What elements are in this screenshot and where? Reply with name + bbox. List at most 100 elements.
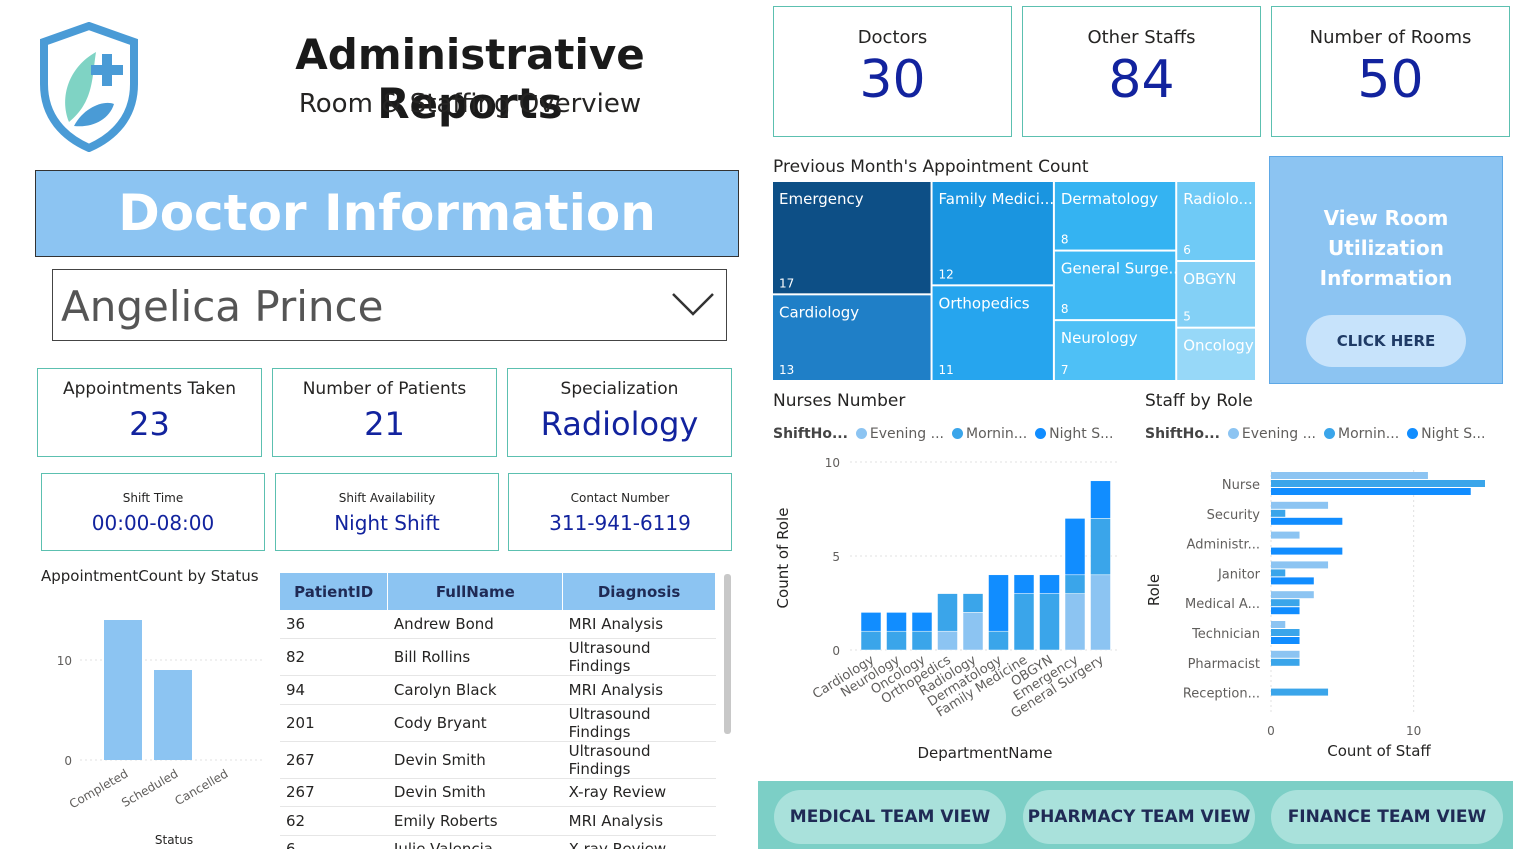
treemap-value: 13	[779, 363, 794, 377]
legend-item-morning[interactable]: Mornin...	[1338, 426, 1399, 442]
bar-segment	[937, 630, 958, 651]
table-row[interactable]: 267 Devin Smith Ultrasound Findings	[280, 741, 716, 779]
kpi-value: 84	[1108, 50, 1175, 110]
medical-team-view-button[interactable]: MEDICAL TEAM VIEW	[774, 790, 1006, 844]
room-util-line: Information	[1319, 266, 1453, 290]
appointments-taken-card: Appointments Taken 23	[37, 368, 262, 457]
x-axis-title: Status	[155, 833, 193, 847]
room-utilization-panel: View Room Utilization Information CLICK …	[1269, 156, 1503, 384]
kpi-label: Number of Rooms	[1309, 27, 1472, 48]
treemap-label: Radiolo...	[1183, 190, 1253, 208]
treemap-label: Oncology	[1183, 337, 1254, 355]
legend-item-night[interactable]: Night S...	[1421, 426, 1485, 442]
diagnosis-cell: Ultrasound Findings	[562, 704, 716, 742]
x-tick-label: Completed	[67, 766, 131, 811]
table-row[interactable]: 36 Andrew Bond MRI Analysis	[280, 610, 716, 639]
bar-segment	[988, 630, 1009, 651]
bar-segment	[860, 630, 882, 651]
table-row[interactable]: 82 Bill Rollins Ultrasound Findings	[280, 638, 716, 676]
bar-segment	[1271, 621, 1286, 628]
bar-completed	[104, 620, 142, 760]
table-row[interactable]: 267 Devin Smith X-ray Review	[280, 778, 716, 807]
finance-team-view-button[interactable]: FINANCE TEAM VIEW	[1271, 790, 1503, 844]
room-util-line: Utilization	[1328, 236, 1444, 260]
legend-title: ShiftHo...	[773, 426, 848, 442]
full-name-cell: Devin Smith	[387, 741, 563, 779]
treemap-value: 6	[1183, 243, 1191, 257]
kpi-rooms-card: Number of Rooms 50	[1271, 6, 1510, 137]
table-header-row: PatientID FullName Diagnosis	[280, 573, 716, 610]
pharmacy-team-view-button[interactable]: PHARMACY TEAM VIEW	[1023, 790, 1255, 844]
card-label: Shift Availability	[338, 491, 436, 505]
card-label: Shift Time	[122, 491, 184, 505]
full-name-cell: Cody Bryant	[387, 704, 563, 742]
card-label: Contact Number	[570, 491, 670, 505]
bar-segment	[1064, 574, 1086, 594]
kpi-other-staffs-card: Other Staffs 84	[1022, 6, 1261, 137]
treemap-label: Dermatology	[1061, 190, 1158, 208]
column-header-diagnosis[interactable]: Diagnosis	[562, 573, 716, 610]
legend-item-evening[interactable]: Evening ...	[870, 426, 944, 442]
x-axis-title: DepartmentName	[917, 744, 1052, 762]
y-tick-label: Medical A...	[1185, 597, 1260, 612]
table-scrollbar[interactable]	[724, 574, 731, 734]
table-row[interactable]: 94 Carolyn Black MRI Analysis	[280, 675, 716, 705]
diagnosis-cell: X-ray Review	[562, 778, 716, 807]
doctor-information-banner: Doctor Information	[35, 170, 739, 257]
diagnosis-cell: Ultrasound Findings	[562, 638, 716, 676]
bar-segment	[1271, 561, 1329, 569]
column-header-fullname[interactable]: FullName	[387, 573, 564, 610]
treemap-label: Neurology	[1061, 329, 1138, 347]
x-tick-label: Scheduled	[119, 766, 180, 810]
card-value: 21	[364, 405, 405, 443]
diagnosis-cell: MRI Analysis	[562, 610, 716, 639]
patient-id-cell: 94	[280, 675, 388, 705]
bar-segment	[1271, 547, 1343, 555]
bar-segment	[886, 612, 907, 632]
bar-segment	[1271, 480, 1485, 487]
card-label: Appointments Taken	[63, 379, 236, 399]
diagnosis-cell: MRI Analysis	[562, 675, 716, 705]
chevron-down-icon[interactable]	[670, 290, 716, 318]
treemap-value: 7	[1061, 363, 1069, 377]
table-row[interactable]: 201 Cody Bryant Ultrasound Findings	[280, 704, 716, 742]
click-here-button[interactable]: CLICK HERE	[1306, 315, 1466, 367]
table-row[interactable]: 62 Emily Roberts MRI Analysis	[280, 806, 716, 836]
bar-segment	[1064, 593, 1086, 651]
legend-item-night[interactable]: Night S...	[1049, 426, 1113, 442]
treemap-title: Previous Month's Appointment Count	[773, 157, 1089, 177]
bar-segment	[937, 593, 958, 632]
treemap-label: Orthopedics	[939, 294, 1030, 312]
full-name-cell: Emily Roberts	[387, 806, 563, 836]
y-axis-title: Role	[1145, 574, 1163, 606]
y-tick-label: Reception...	[1183, 687, 1260, 702]
bar-segment	[1271, 577, 1314, 585]
bar-segment	[1271, 599, 1300, 607]
appointment-treemap: Emergency 17 Cardiology 13 Family Medici... 1…	[773, 182, 1255, 380]
legend-title: ShiftHo...	[1145, 426, 1220, 442]
patient-id-cell: 267	[280, 741, 388, 779]
card-value: 23	[129, 405, 170, 443]
bar-segment	[911, 630, 933, 651]
doctor-select-dropdown[interactable]: Angelica Prince	[52, 269, 727, 341]
shift-time-card: Shift Time 00:00-08:00	[41, 473, 265, 551]
bar-segment	[860, 612, 882, 632]
table-row[interactable]: 6Julie ValenciaX-ray Review	[280, 835, 716, 849]
legend-item-morning[interactable]: Mornin...	[966, 426, 1027, 442]
bar-segment	[1090, 480, 1111, 519]
kpi-value: 50	[1357, 50, 1424, 110]
y-tick-label: 0	[832, 644, 840, 658]
y-tick-label: Administr...	[1187, 538, 1260, 553]
staff-role-chart-legend: ShiftHo... Evening ... Mornin... Night S...	[1145, 426, 1485, 442]
column-header-patientid[interactable]: PatientID	[280, 573, 389, 610]
patient-id-cell: 201	[280, 704, 388, 742]
treemap-value: 11	[939, 363, 954, 377]
y-tick-label: Pharmacist	[1188, 657, 1260, 672]
x-tick-label: 0	[1267, 724, 1275, 738]
room-util-line: View Room	[1323, 206, 1449, 230]
legend-dot-night	[1407, 428, 1419, 439]
bar-segment	[1013, 574, 1035, 594]
legend-item-evening[interactable]: Evening ...	[1242, 426, 1316, 442]
kpi-label: Other Staffs	[1087, 27, 1196, 48]
card-value: Radiology	[540, 405, 699, 443]
